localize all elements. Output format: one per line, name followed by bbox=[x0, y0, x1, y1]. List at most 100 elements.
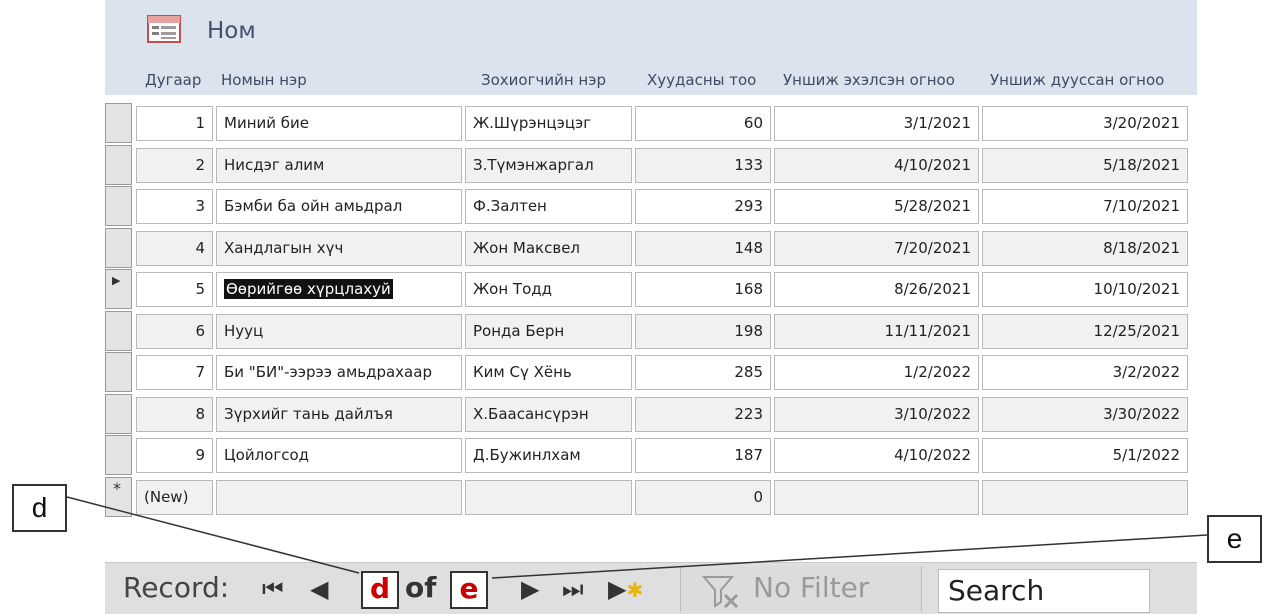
no-filter-label: No Filter bbox=[753, 571, 870, 604]
end-date-cell[interactable]: 3/30/2022 bbox=[982, 396, 1188, 432]
title-cell[interactable]: Цойлогсод bbox=[216, 438, 462, 473]
last-record-icon[interactable]: ⏭ bbox=[562, 575, 584, 603]
start-date-cell-text: 8/26/2021 bbox=[894, 280, 971, 298]
pages-cell[interactable]: 133 bbox=[635, 147, 771, 183]
new-record-icon[interactable]: ▶✱ bbox=[608, 575, 643, 603]
title-cell[interactable]: Нууц bbox=[216, 313, 462, 349]
end-date-cell[interactable]: 7/10/2021 bbox=[982, 189, 1188, 224]
author-cell[interactable]: Х.Баасансүрэн bbox=[465, 396, 632, 432]
row-selector[interactable] bbox=[105, 186, 132, 226]
pages-cell[interactable]: 293 bbox=[635, 189, 771, 224]
first-record-icon[interactable]: ⏮ bbox=[262, 575, 284, 603]
end-date-cell[interactable]: 5/18/2021 bbox=[982, 147, 1188, 183]
id-cell[interactable]: 5 bbox=[136, 272, 213, 307]
id-cell[interactable]: 4 bbox=[136, 230, 213, 266]
id-cell-text: 9 bbox=[195, 446, 205, 464]
id-cell[interactable]: 2 bbox=[136, 147, 213, 183]
row-selector[interactable] bbox=[105, 227, 132, 268]
pages-cell-text: 133 bbox=[734, 155, 763, 174]
title-cell[interactable] bbox=[216, 479, 462, 515]
pages-cell[interactable]: 168 bbox=[635, 272, 771, 307]
id-cell[interactable]: 6 bbox=[136, 313, 213, 349]
id-cell[interactable]: 8 bbox=[136, 396, 213, 432]
title-cell[interactable]: Нисдэг алим bbox=[216, 147, 462, 183]
author-cell-text: Д.Бужинлхам bbox=[473, 446, 581, 464]
previous-record-icon[interactable]: ◀ bbox=[310, 575, 328, 603]
title-cell[interactable]: Зүрхийг тань дайлъя bbox=[216, 396, 462, 432]
end-date-cell-text: 3/2/2022 bbox=[1112, 363, 1180, 381]
author-cell[interactable]: Жон Максвел bbox=[465, 230, 632, 266]
row-selector[interactable] bbox=[105, 435, 132, 475]
author-cell[interactable]: Д.Бужинлхам bbox=[465, 438, 632, 473]
row-selector[interactable] bbox=[105, 103, 132, 143]
pages-cell[interactable]: 60 bbox=[635, 106, 771, 141]
start-date-cell[interactable]: 3/10/2022 bbox=[774, 396, 979, 432]
pages-cell[interactable]: 148 bbox=[635, 230, 771, 266]
id-cell[interactable]: 9 bbox=[136, 438, 213, 473]
filter-icon bbox=[701, 576, 739, 608]
author-cell[interactable]: Жон Тодд bbox=[465, 272, 632, 307]
row-selector[interactable] bbox=[105, 144, 132, 185]
end-date-cell[interactable]: 5/1/2022 bbox=[982, 438, 1188, 473]
id-cell-text: 4 bbox=[195, 238, 205, 257]
pages-cell[interactable]: 223 bbox=[635, 396, 771, 432]
row-selector[interactable]: ▶ bbox=[105, 269, 132, 309]
pages-cell[interactable]: 285 bbox=[635, 355, 771, 390]
end-date-cell[interactable] bbox=[982, 479, 1188, 515]
id-cell[interactable]: 3 bbox=[136, 189, 213, 224]
title-cell[interactable]: Хандлагын хүч bbox=[216, 230, 462, 266]
start-date-cell[interactable]: 5/28/2021 bbox=[774, 189, 979, 224]
author-cell[interactable]: Ронда Берн bbox=[465, 313, 632, 349]
start-date-cell[interactable]: 8/26/2021 bbox=[774, 272, 979, 307]
start-date-cell-text: 4/10/2021 bbox=[894, 155, 971, 174]
records-grid: 1 Миний бие Ж.Шүрэнцэцэг 60 3/1/2021 3/20/202… bbox=[105, 95, 1197, 535]
end-date-cell[interactable]: 10/10/2021 bbox=[982, 272, 1188, 307]
id-cell-text: 5 bbox=[195, 280, 205, 298]
title-cell-text: Би "БИ"-ээрээ амьдрахаар bbox=[224, 363, 432, 381]
new-record-id: (New) bbox=[144, 487, 189, 506]
end-date-cell[interactable]: 8/18/2021 bbox=[982, 230, 1188, 266]
author-cell-text: З.Түмэнжаргал bbox=[473, 155, 594, 174]
title-cell-text: Зүрхийг тань дайлъя bbox=[224, 404, 393, 423]
title-cell[interactable]: Бэмби ба ойн амьдрал bbox=[216, 189, 462, 224]
start-date-cell[interactable] bbox=[774, 479, 979, 515]
title-cell[interactable]: Би "БИ"-ээрээ амьдрахаар bbox=[216, 355, 462, 390]
row-selector[interactable] bbox=[105, 352, 132, 392]
start-date-cell[interactable]: 3/1/2021 bbox=[774, 106, 979, 141]
id-cell[interactable]: 7 bbox=[136, 355, 213, 390]
row-selector[interactable] bbox=[105, 310, 132, 351]
start-date-cell[interactable]: 4/10/2022 bbox=[774, 438, 979, 473]
current-record-input[interactable]: d bbox=[361, 571, 399, 609]
form-icon bbox=[147, 15, 181, 43]
title-cell-text: Өөрийгөө хүрцлахуй bbox=[224, 279, 393, 299]
author-cell[interactable]: Ким Сү Хёнь bbox=[465, 355, 632, 390]
start-date-cell[interactable]: 11/11/2021 bbox=[774, 313, 979, 349]
no-filter-button[interactable]: No Filter bbox=[680, 566, 922, 612]
end-date-cell[interactable]: 3/2/2022 bbox=[982, 355, 1188, 390]
row-selector[interactable] bbox=[105, 393, 132, 434]
row-selector[interactable]: * bbox=[105, 476, 132, 517]
pages-cell[interactable]: 187 bbox=[635, 438, 771, 473]
id-cell[interactable]: 1 bbox=[136, 106, 213, 141]
end-date-cell[interactable]: 12/25/2021 bbox=[982, 313, 1188, 349]
pages-cell[interactable]: 0 bbox=[635, 479, 771, 515]
next-record-icon[interactable]: ▶ bbox=[521, 575, 539, 603]
start-date-cell[interactable]: 7/20/2021 bbox=[774, 230, 979, 266]
title-cell[interactable]: Миний бие bbox=[216, 106, 462, 141]
id-cell-text: 8 bbox=[195, 404, 205, 423]
callout-e: e bbox=[1207, 515, 1262, 563]
author-cell[interactable]: З.Түмэнжаргал bbox=[465, 147, 632, 183]
new-record-marker: * bbox=[113, 478, 121, 498]
id-cell[interactable]: (New) bbox=[136, 479, 213, 515]
start-date-cell[interactable]: 4/10/2021 bbox=[774, 147, 979, 183]
start-date-cell-text: 5/28/2021 bbox=[894, 197, 971, 215]
author-cell[interactable]: Ф.Залтен bbox=[465, 189, 632, 224]
start-date-cell-text: 4/10/2022 bbox=[894, 446, 971, 464]
author-cell[interactable] bbox=[465, 479, 632, 515]
search-input[interactable]: Search bbox=[938, 569, 1150, 613]
pages-cell[interactable]: 198 bbox=[635, 313, 771, 349]
author-cell[interactable]: Ж.Шүрэнцэцэг bbox=[465, 106, 632, 141]
end-date-cell[interactable]: 3/20/2021 bbox=[982, 106, 1188, 141]
start-date-cell[interactable]: 1/2/2022 bbox=[774, 355, 979, 390]
title-cell[interactable]: Өөрийгөө хүрцлахуй bbox=[216, 272, 462, 307]
